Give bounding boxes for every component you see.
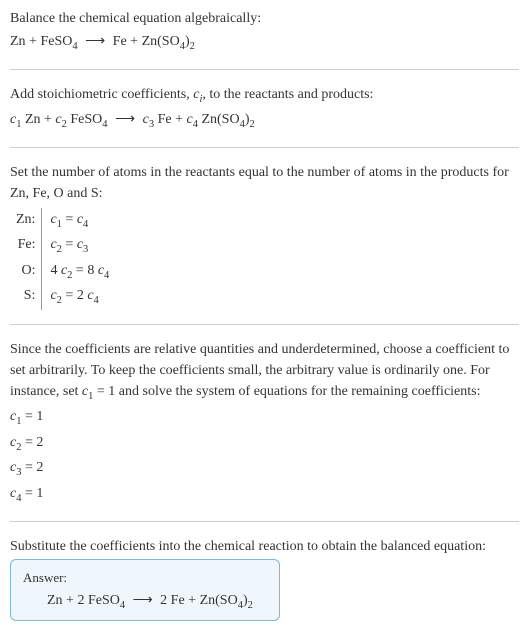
subscript: 4 (102, 119, 107, 130)
table-row: Zn: c1 = c4 (10, 208, 115, 234)
arrow-icon: ⟶ (133, 592, 153, 609)
subscript: 2 (250, 119, 255, 130)
subscript: 2 (248, 599, 253, 610)
eq: = (62, 212, 77, 227)
element-label: Zn: (10, 208, 42, 234)
var-sub: 4 (104, 270, 109, 281)
coefficients-section: Add stoichiometric coefficients, ci, to … (10, 84, 519, 133)
divider (10, 69, 519, 70)
text: Fe + (154, 112, 186, 127)
equation-cell: c2 = c3 (42, 233, 115, 259)
var-sub: 3 (83, 244, 88, 255)
var-sub: 4 (83, 218, 88, 229)
pre: 4 (50, 263, 61, 278)
element-label: O: (10, 259, 42, 285)
atoms-text: Set the number of atoms in the reactants… (10, 162, 519, 204)
solution-line: c4 = 1 (10, 483, 519, 507)
arrow-icon: ⟶ (85, 31, 105, 52)
subscript: 4 (120, 599, 125, 610)
solution-line: c2 = 2 (10, 432, 519, 456)
intro-section: Balance the chemical equation algebraica… (10, 8, 519, 55)
intro-equation: Zn + FeSO4 ⟶ Fe + Zn(SO4)2 (10, 31, 519, 55)
divider (10, 147, 519, 148)
pre: 2 (77, 288, 88, 303)
eq-val: = 1 (21, 486, 43, 501)
pre: 8 (87, 263, 98, 278)
solution-line: c1 = 1 (10, 406, 519, 430)
text: = 1 and solve the system of equations fo… (93, 384, 480, 399)
text: FeSO (67, 112, 102, 127)
result-text: Substitute the coefficients into the che… (10, 536, 519, 557)
divider (10, 521, 519, 522)
subscript: 2 (190, 41, 195, 52)
text: , to the reactants and products: (202, 87, 373, 102)
eq: = (62, 288, 77, 303)
arrow-icon: ⟶ (115, 109, 135, 130)
divider (10, 324, 519, 325)
table-row: O: 4 c2 = 8 c4 (10, 259, 115, 285)
var-sub: 4 (94, 295, 99, 306)
equation-cell: c2 = 2 c4 (42, 284, 115, 310)
eq: = (72, 263, 87, 278)
coeff-equation: c1 Zn + c2 FeSO4 ⟶ c3 Fe + c4 Zn(SO4)2 (10, 109, 519, 133)
text: Zn(SO (198, 112, 240, 127)
subscript: 4 (72, 41, 77, 52)
equation-cell: c1 = c4 (42, 208, 115, 234)
eq-text: Zn + 2 FeSO (47, 593, 120, 608)
answer-equation: Zn + 2 FeSO4 ⟶ 2 Fe + Zn(SO4)2 (23, 592, 267, 611)
eq-val: = 2 (21, 460, 43, 475)
solution-line: c3 = 2 (10, 457, 519, 481)
eq-text: Zn + FeSO (10, 34, 72, 49)
result-section: Substitute the coefficients into the che… (10, 536, 519, 622)
table-row: Fe: c2 = c3 (10, 233, 115, 259)
eq-val: = 1 (21, 409, 43, 424)
table-row: S: c2 = 2 c4 (10, 284, 115, 310)
eq-text: 2 Fe + Zn(SO (160, 593, 238, 608)
solve-text: Since the coefficients are relative quan… (10, 339, 519, 405)
coeff-text: Add stoichiometric coefficients, ci, to … (10, 84, 519, 108)
text: Zn + (21, 112, 55, 127)
intro-title: Balance the chemical equation algebraica… (10, 8, 519, 29)
atoms-section: Set the number of atoms in the reactants… (10, 162, 519, 310)
eq-val: = 2 (21, 435, 43, 450)
element-label: S: (10, 284, 42, 310)
text: Add stoichiometric coefficients, (10, 87, 193, 102)
solve-section: Since the coefficients are relative quan… (10, 339, 519, 507)
element-label: Fe: (10, 233, 42, 259)
atom-table: Zn: c1 = c4 Fe: c2 = c3 O: 4 c2 = 8 c4 S… (10, 208, 115, 310)
eq: = (62, 237, 77, 252)
equation-cell: 4 c2 = 8 c4 (42, 259, 115, 285)
eq-text: Fe + Zn(SO (113, 34, 180, 49)
answer-label: Answer: (23, 570, 267, 586)
answer-box: Answer: Zn + 2 FeSO4 ⟶ 2 Fe + Zn(SO4)2 (10, 559, 280, 622)
